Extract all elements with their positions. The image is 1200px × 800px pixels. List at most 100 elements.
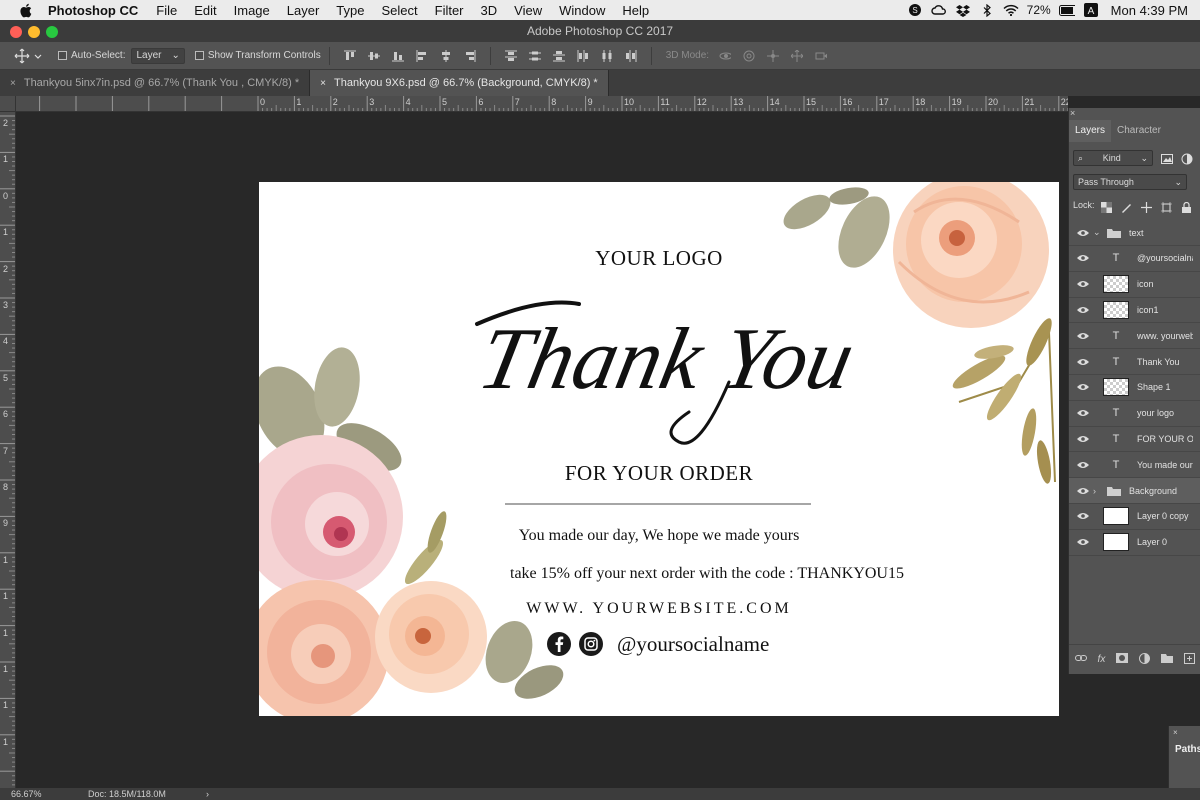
menu-help[interactable]: Help bbox=[622, 3, 649, 18]
logo-placeholder-text[interactable]: YOUR LOGO bbox=[259, 246, 1059, 271]
distribute-top-icon[interactable] bbox=[504, 50, 517, 62]
menu-edit[interactable]: Edit bbox=[194, 3, 216, 18]
wifi-icon[interactable] bbox=[1003, 2, 1019, 18]
facebook-icon[interactable] bbox=[547, 632, 571, 656]
menu-file[interactable]: File bbox=[156, 3, 177, 18]
orbit-3d-icon[interactable] bbox=[719, 50, 732, 62]
move-tool-preset[interactable] bbox=[14, 45, 48, 67]
lock-transparent-icon[interactable] bbox=[1101, 200, 1112, 213]
layer-row[interactable]: Twww. yourwebsite bbox=[1069, 323, 1200, 350]
menu-select[interactable]: Select bbox=[381, 3, 417, 18]
website-text[interactable]: WWW. YOURWEBSITE.COM bbox=[259, 600, 1059, 618]
roll-3d-icon[interactable] bbox=[743, 50, 755, 62]
link-icon[interactable] bbox=[1074, 654, 1087, 665]
tab-character[interactable]: Character bbox=[1111, 120, 1167, 142]
apple-icon[interactable] bbox=[16, 2, 34, 18]
distribute-left-icon[interactable] bbox=[577, 49, 589, 62]
paths-close-icon[interactable]: × bbox=[1173, 728, 1178, 737]
slide-3d-icon[interactable] bbox=[791, 49, 804, 62]
layer-row[interactable]: T @yoursocialname bbox=[1069, 246, 1200, 272]
auto-select-checkbox[interactable] bbox=[58, 51, 67, 60]
layer-filter-dropdown[interactable]: ⌕ Kind ⌄ bbox=[1073, 150, 1153, 166]
menu-window[interactable]: Window bbox=[559, 3, 605, 18]
visibility-eye-icon[interactable] bbox=[1077, 332, 1089, 340]
menu-view[interactable]: View bbox=[514, 3, 542, 18]
align-bottom-icon[interactable] bbox=[391, 50, 404, 62]
skype-icon[interactable]: S bbox=[907, 2, 923, 18]
panel-close-icon[interactable]: × bbox=[1070, 108, 1075, 118]
filter-adjustment-icon[interactable] bbox=[1181, 152, 1193, 165]
visibility-eye-icon[interactable] bbox=[1077, 358, 1089, 366]
dropbox-icon[interactable] bbox=[955, 2, 971, 18]
social-handle-text[interactable]: @yoursocialname bbox=[617, 632, 769, 657]
promo-code-text[interactable]: take 15% off your next order with the co… bbox=[307, 565, 1059, 583]
visibility-eye-icon[interactable] bbox=[1077, 487, 1089, 495]
visibility-eye-icon[interactable] bbox=[1077, 435, 1089, 443]
group-toggle-icon[interactable]: › bbox=[1093, 486, 1101, 496]
auto-select-dropdown[interactable]: Layer ⌄ bbox=[131, 47, 185, 64]
vertical-ruler[interactable]: 2 1 0 1 2 3 4 5 6 7 8 9 1 1 1 1 1 1 bbox=[0, 112, 16, 788]
visibility-eye-icon[interactable] bbox=[1077, 306, 1089, 314]
filter-pixel-icon[interactable] bbox=[1161, 152, 1173, 164]
visibility-eye-icon[interactable] bbox=[1077, 512, 1089, 520]
fx-icon[interactable]: fx bbox=[1098, 654, 1106, 665]
mask-icon[interactable] bbox=[1116, 653, 1129, 666]
visibility-eye-icon[interactable] bbox=[1077, 538, 1089, 546]
group-toggle-icon[interactable]: ⌄ bbox=[1093, 227, 1101, 238]
for-your-order-text[interactable]: FOR YOUR ORDER bbox=[259, 461, 1059, 486]
align-left-icon[interactable] bbox=[416, 49, 428, 62]
ruler-origin[interactable] bbox=[0, 96, 16, 112]
layer-row[interactable]: ⌄ text bbox=[1069, 220, 1200, 246]
zoom-window-button[interactable] bbox=[46, 26, 58, 38]
visibility-eye-icon[interactable] bbox=[1077, 254, 1089, 262]
document-canvas[interactable]: YOUR LOGO Thank You FOR YOUR ORDER You m… bbox=[259, 182, 1059, 716]
menu-clock[interactable]: Mon 4:39 PM bbox=[1111, 3, 1188, 18]
made-our-day-text[interactable]: You made our day, We hope we made yours bbox=[259, 527, 1059, 545]
group-icon[interactable] bbox=[1161, 653, 1174, 666]
scale-3d-icon[interactable] bbox=[815, 50, 828, 62]
visibility-eye-icon[interactable] bbox=[1077, 409, 1089, 417]
layer-row[interactable]: Layer 0 copy bbox=[1069, 504, 1200, 530]
layer-row[interactable]: T You made our day bbox=[1069, 452, 1200, 479]
distribute-vcenter-icon[interactable] bbox=[528, 50, 541, 62]
align-vcenter-icon[interactable] bbox=[367, 50, 380, 62]
tab-layers[interactable]: Layers bbox=[1069, 120, 1112, 142]
bluetooth-icon[interactable] bbox=[979, 2, 995, 18]
adjustment-icon[interactable] bbox=[1139, 652, 1151, 667]
shape-divider-line[interactable] bbox=[505, 503, 811, 505]
lock-position-icon[interactable] bbox=[1141, 200, 1152, 213]
lock-all-icon[interactable] bbox=[1181, 200, 1192, 213]
layer-row[interactable]: icon1 bbox=[1069, 297, 1200, 324]
new-layer-icon[interactable] bbox=[1184, 652, 1196, 667]
menu-image[interactable]: Image bbox=[234, 3, 270, 18]
creative-cloud-icon[interactable] bbox=[931, 2, 947, 18]
menu-filter[interactable]: Filter bbox=[435, 3, 464, 18]
instagram-icon[interactable] bbox=[579, 632, 603, 656]
minimize-window-button[interactable] bbox=[28, 26, 40, 38]
visibility-eye-icon[interactable] bbox=[1077, 229, 1089, 237]
align-hcenter-icon[interactable] bbox=[440, 49, 452, 62]
layer-row[interactable]: Tyour logo bbox=[1069, 401, 1200, 427]
close-tab-icon[interactable]: × bbox=[10, 78, 16, 89]
blend-mode-dropdown[interactable]: Pass Through ⌄ bbox=[1073, 174, 1187, 190]
input-source-icon[interactable]: A bbox=[1083, 2, 1099, 18]
drag-3d-icon[interactable] bbox=[767, 49, 780, 62]
tab-thankyou-9x6[interactable]: × Thankyou 9X6.psd @ 66.7% (Background, … bbox=[310, 70, 609, 96]
status-menu-arrow[interactable]: › bbox=[206, 788, 209, 800]
battery-icon[interactable] bbox=[1058, 2, 1075, 18]
close-window-button[interactable] bbox=[10, 26, 22, 38]
visibility-eye-icon[interactable] bbox=[1077, 383, 1089, 391]
layer-row[interactable]: icon bbox=[1069, 272, 1200, 298]
app-menu[interactable]: Photoshop CC bbox=[48, 3, 138, 18]
lock-artboard-icon[interactable] bbox=[1161, 200, 1172, 213]
layer-row[interactable]: › Background bbox=[1069, 478, 1200, 504]
distribute-right-icon[interactable] bbox=[625, 49, 637, 62]
visibility-eye-icon[interactable] bbox=[1077, 280, 1089, 288]
zoom-level[interactable]: 66.67% bbox=[11, 788, 42, 800]
tab-paths[interactable]: Paths bbox=[1175, 744, 1200, 755]
align-top-icon[interactable] bbox=[343, 50, 356, 62]
horizontal-ruler[interactable]: 012345678910111213141516171819202122 bbox=[16, 96, 1068, 112]
close-tab-icon[interactable]: × bbox=[320, 78, 326, 89]
tab-thankyou-5x7[interactable]: × Thankyou 5inx7in.psd @ 66.7% (Thank Yo… bbox=[0, 70, 311, 96]
doc-size-info[interactable]: Doc: 18.5M/118.0M bbox=[88, 788, 166, 800]
